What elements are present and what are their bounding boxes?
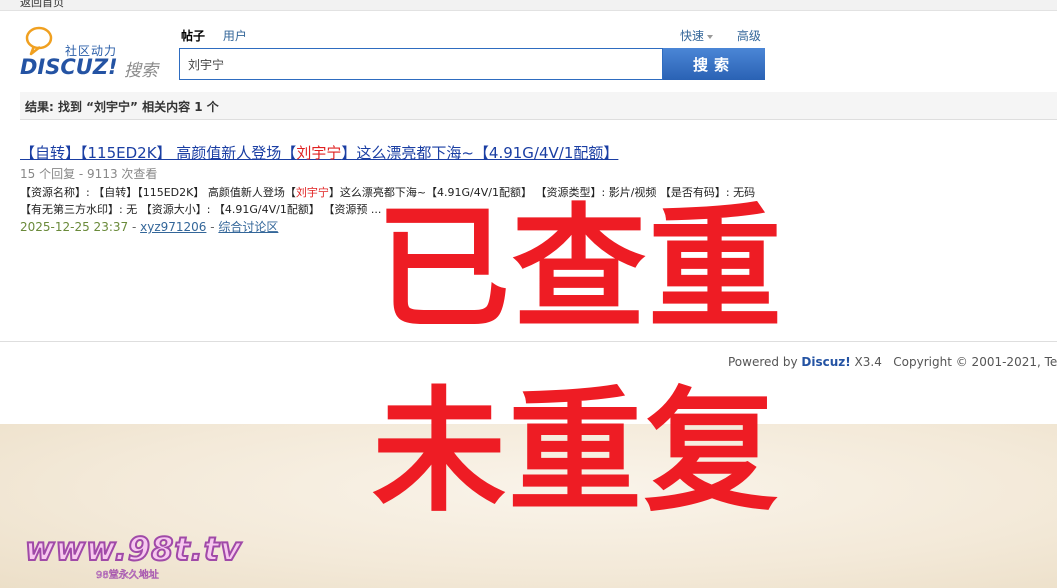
result-summary-bar: 结果: 找到 “刘宇宁” 相关内容 1 个 (20, 92, 1057, 120)
tab-users[interactable]: 用户 (223, 27, 247, 44)
stamp-checked: 已查重 (376, 191, 785, 347)
discuz-logo[interactable]: 社区动力 DISCUZ! 搜索 (20, 26, 165, 81)
result-summary: 结果: 找到 “刘宇宁” 相关内容 1 个 (25, 100, 219, 114)
result-stats: 15 个回复 - 9113 次查看 (20, 167, 158, 181)
logo-search-word: 搜索 (124, 61, 158, 81)
top-strip: 返回首页 (0, 0, 1057, 11)
meta-separator: - (206, 220, 219, 234)
meta-separator: - (128, 220, 141, 234)
snippet-highlight: 刘宇宁 (295, 186, 329, 199)
footer-version: X3.4 (850, 355, 882, 369)
result-title-part: 【自转】【115ED2K】 高颜值新人登场【 (20, 144, 297, 162)
site-watermark-subtitle: 98堂永久地址 (96, 570, 159, 582)
result-author-link[interactable]: xyz971206 (140, 220, 206, 234)
tab-posts[interactable]: 帖子 (181, 27, 205, 44)
result-forum-link[interactable]: 综合讨论区 (218, 220, 278, 234)
result-title-highlight: 刘宇宁 (296, 144, 342, 162)
advanced-search-link[interactable]: 高级 (737, 27, 761, 44)
search-input[interactable] (180, 49, 662, 79)
logo-brand: DISCUZ! (20, 55, 118, 79)
result-title-link[interactable]: 【自转】【115ED2K】 高颜值新人登场【刘宇宁】这么漂亮都下海~【4.91G… (20, 143, 780, 163)
search-type-tabs: 帖子 用户 (181, 27, 261, 44)
footer-powered-by: Powered by (728, 355, 802, 369)
top-strip-link[interactable]: 返回首页 (20, 0, 64, 10)
footer-brand-link[interactable]: Discuz! (801, 355, 850, 369)
chevron-down-icon (707, 34, 714, 39)
search-button[interactable]: 搜索 (663, 48, 765, 80)
search-options: 快速 高级 (680, 27, 761, 44)
result-date: 2025-12-25 23:37 (20, 220, 129, 234)
snippet-part: 【资源名称】: 【自转】【115ED2K】 高颜值新人登场【 (20, 186, 296, 199)
speech-bubble-icon (25, 26, 53, 56)
stamp-not-duplicate: 未重复 (372, 374, 781, 530)
page: 返回首页 社区动力 DISCUZ! 搜索 帖子 用户 快速 高级 搜索 结果: … (0, 0, 1057, 588)
site-watermark: www.98t.tv (24, 529, 242, 569)
result-title-part: 】这么漂亮都下海~【4.91G/4V/1配额】 (341, 144, 619, 162)
quick-search-label: 快速 (680, 29, 705, 43)
quick-search-dropdown[interactable]: 快速 (680, 27, 714, 44)
footer: Powered by Discuz! X3.4 Copyright © 2001… (728, 355, 1057, 369)
footer-copyright: Copyright © 2001-2021, Tencent C (893, 355, 1057, 369)
search-box (179, 48, 663, 80)
